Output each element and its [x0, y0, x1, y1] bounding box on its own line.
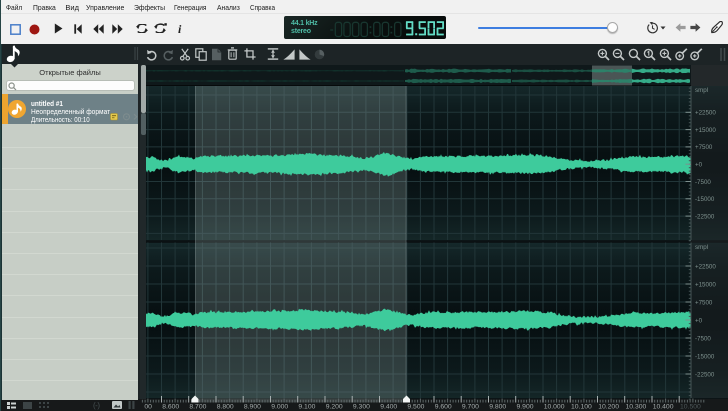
svg-text:9.100: 9.100: [298, 404, 315, 411]
svg-text:9.600: 9.600: [435, 404, 452, 411]
svg-text:+22500: +22500: [695, 263, 716, 270]
svg-text:8.600: 8.600: [162, 404, 179, 411]
svg-text:+22500: +22500: [695, 110, 716, 117]
svg-text:+7500: +7500: [695, 144, 713, 151]
svg-text:+15000: +15000: [695, 127, 716, 134]
svg-text:-22500: -22500: [695, 371, 715, 378]
svg-text:9.500: 9.500: [407, 404, 424, 411]
svg-text:8.800: 8.800: [217, 404, 234, 411]
svg-text:10.400: 10.400: [653, 404, 674, 411]
svg-text:9.000: 9.000: [271, 404, 288, 411]
svg-text:9.900: 9.900: [517, 404, 534, 411]
svg-text:-22500: -22500: [695, 213, 715, 220]
svg-text:9.300: 9.300: [353, 404, 370, 411]
svg-text:-15000: -15000: [695, 196, 715, 203]
svg-text:8.700: 8.700: [189, 404, 206, 411]
svg-text:9.700: 9.700: [462, 404, 479, 411]
svg-text:+15000: +15000: [695, 281, 716, 288]
svg-text:10.100: 10.100: [571, 404, 592, 411]
svg-text:+0: +0: [695, 317, 703, 324]
svg-text:-15000: -15000: [695, 353, 715, 360]
svg-text:10.200: 10.200: [598, 404, 619, 411]
svg-text:smpl: smpl: [695, 87, 708, 94]
svg-text:9.800: 9.800: [489, 404, 506, 411]
svg-text:+7500: +7500: [695, 299, 713, 306]
svg-text:9.400: 9.400: [380, 404, 397, 411]
svg-text:-7500: -7500: [695, 179, 711, 186]
svg-text:10.000: 10.000: [544, 404, 565, 411]
svg-text:8.500: 8.500: [135, 404, 152, 411]
svg-text:10.300: 10.300: [626, 404, 647, 411]
svg-text:9.200: 9.200: [326, 404, 343, 411]
svg-text:+0: +0: [695, 162, 703, 169]
svg-text:smpl: smpl: [695, 244, 708, 251]
svg-text:8.900: 8.900: [244, 404, 261, 411]
svg-text:-7500: -7500: [695, 335, 711, 342]
svg-text:10.500: 10.500: [680, 404, 701, 411]
